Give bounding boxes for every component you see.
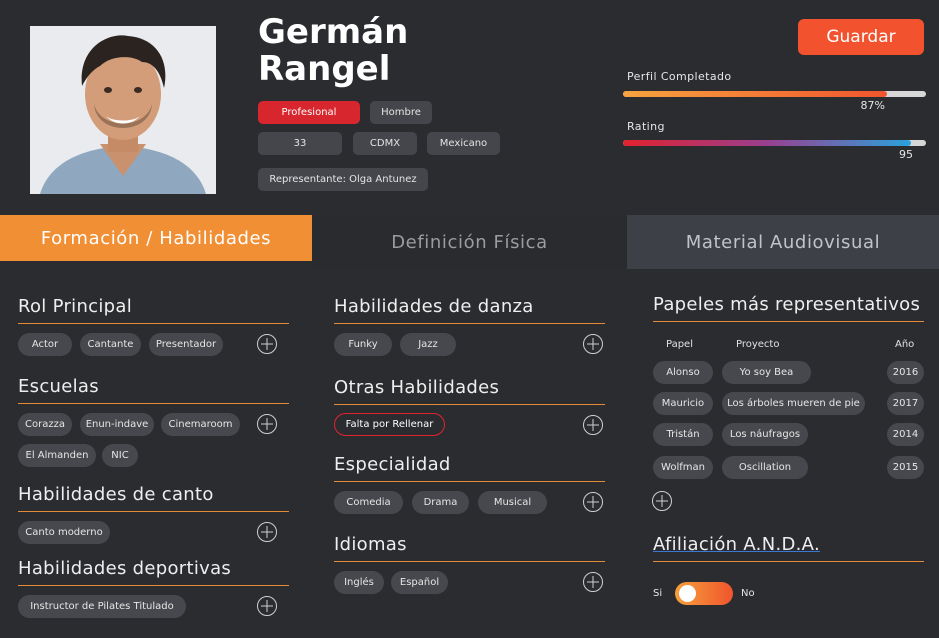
cell-papel[interactable]: Mauricio <box>653 392 713 415</box>
cell-proyecto[interactable]: Los náufragos <box>722 423 808 446</box>
pill-escuela-enun-indave[interactable]: Enun-indave <box>80 413 154 436</box>
column-header-papel: Papel <box>666 339 693 350</box>
cell-papel[interactable]: Tristán <box>653 423 713 446</box>
add-deportiva-icon[interactable] <box>257 596 277 616</box>
divider <box>334 561 605 562</box>
cell-papel[interactable]: Alonso <box>653 361 713 384</box>
add-rol-icon[interactable] <box>257 334 277 354</box>
pill-otras-falta-por-rellenar[interactable]: Falta por Rellenar <box>334 413 445 436</box>
section-title-especialidad: Especialidad <box>334 454 451 475</box>
rating-label: Rating <box>627 120 665 133</box>
pill-rol-presentador[interactable]: Presentador <box>149 333 223 356</box>
profile-complete-label: Perfil Completado <box>627 70 732 83</box>
anda-yes-label: Si <box>653 588 663 599</box>
add-escuela-icon[interactable] <box>257 414 277 434</box>
section-title-rol-principal: Rol Principal <box>18 296 133 317</box>
divider <box>334 481 605 482</box>
divider <box>334 404 605 405</box>
tab-material-audiovisual[interactable]: Material Audiovisual <box>627 215 939 269</box>
rating-value: 95 <box>899 148 913 161</box>
cell-proyecto[interactable]: Los árboles mueren de pie <box>722 392 865 415</box>
section-title-canto: Habilidades de canto <box>18 484 214 505</box>
toggle-knob <box>679 585 696 602</box>
pill-idioma-espanol[interactable]: Español <box>391 571 448 594</box>
section-title-deportivas: Habilidades deportivas <box>18 558 232 579</box>
pill-escuela-nic[interactable]: NIC <box>102 444 138 467</box>
add-papel-icon[interactable] <box>652 491 672 511</box>
add-especialidad-icon[interactable] <box>583 492 603 512</box>
cell-anio[interactable]: 2014 <box>887 423 924 446</box>
add-otras-icon[interactable] <box>583 415 603 435</box>
pill-escuela-corazza[interactable]: Corazza <box>18 413 72 436</box>
tag-representative[interactable]: Representante: Olga Antunez <box>258 168 428 191</box>
profile-photo <box>30 26 216 194</box>
tab-formacion[interactable]: Formación / Habilidades <box>0 215 312 261</box>
add-danza-icon[interactable] <box>583 334 603 354</box>
divider <box>18 323 289 324</box>
section-title-escuelas: Escuelas <box>18 376 99 397</box>
tag-nationality[interactable]: Mexicano <box>427 132 500 155</box>
cell-anio[interactable]: 2016 <box>887 361 924 384</box>
rating-fill <box>623 140 911 146</box>
first-name: Germán <box>258 12 409 52</box>
divider <box>334 323 605 324</box>
pill-escuela-cinemaroom[interactable]: Cinemaroom <box>161 413 240 436</box>
section-title-otras: Otras Habilidades <box>334 377 500 398</box>
last-name: Rangel <box>258 49 391 89</box>
pill-deportiva-pilates[interactable]: Instructor de Pilates Titulado <box>18 595 186 618</box>
profile-complete-value: 87% <box>860 99 885 112</box>
section-title-idiomas: Idiomas <box>334 534 407 555</box>
pill-danza-jazz[interactable]: Jazz <box>400 333 456 356</box>
pill-especialidad-drama[interactable]: Drama <box>412 491 469 514</box>
divider <box>653 321 924 322</box>
avatar <box>30 26 216 194</box>
pill-escuela-el-almanden[interactable]: El Almanden <box>18 444 96 467</box>
pill-especialidad-musical[interactable]: Musical <box>478 491 547 514</box>
column-header-proyecto: Proyecto <box>736 339 780 350</box>
anda-no-label: No <box>741 588 755 599</box>
cell-proyecto[interactable]: Yo soy Bea <box>722 361 811 384</box>
pill-canto-moderno[interactable]: Canto moderno <box>18 521 110 544</box>
rating-bar <box>623 140 926 146</box>
pill-especialidad-comedia[interactable]: Comedia <box>334 491 403 514</box>
tab-definicion-fisica[interactable]: Definición Física <box>312 215 627 269</box>
divider <box>18 511 289 512</box>
section-title-danza: Habilidades de danza <box>334 296 534 317</box>
tag-profesional[interactable]: Profesional <box>258 101 360 124</box>
cell-proyecto[interactable]: Oscillation <box>722 456 808 479</box>
cell-anio[interactable]: 2017 <box>887 392 924 415</box>
save-button[interactable]: Guardar <box>798 19 924 55</box>
profile-complete-bar <box>623 91 926 97</box>
divider <box>653 561 924 562</box>
anda-toggle[interactable] <box>675 582 733 605</box>
divider <box>18 585 289 586</box>
pill-idioma-ingles[interactable]: Inglés <box>334 571 384 594</box>
pill-danza-funky[interactable]: Funky <box>334 333 392 356</box>
pill-rol-actor[interactable]: Actor <box>18 333 72 356</box>
tag-gender[interactable]: Hombre <box>370 101 432 124</box>
tag-age[interactable]: 33 <box>258 132 342 155</box>
profile-name: Germán Rangel <box>258 14 408 88</box>
divider <box>18 403 289 404</box>
cell-papel[interactable]: Wolfman <box>653 456 713 479</box>
column-header-anio: Año <box>895 339 915 350</box>
add-canto-icon[interactable] <box>257 522 277 542</box>
add-idioma-icon[interactable] <box>583 572 603 592</box>
profile-complete-fill <box>623 91 887 97</box>
tag-city[interactable]: CDMX <box>353 132 417 155</box>
cell-anio[interactable]: 2015 <box>887 456 924 479</box>
section-title-anda[interactable]: Afiliación A.N.D.A. <box>653 534 820 555</box>
section-title-papeles: Papeles más representativos <box>653 294 921 315</box>
pill-rol-cantante[interactable]: Cantante <box>80 333 141 356</box>
